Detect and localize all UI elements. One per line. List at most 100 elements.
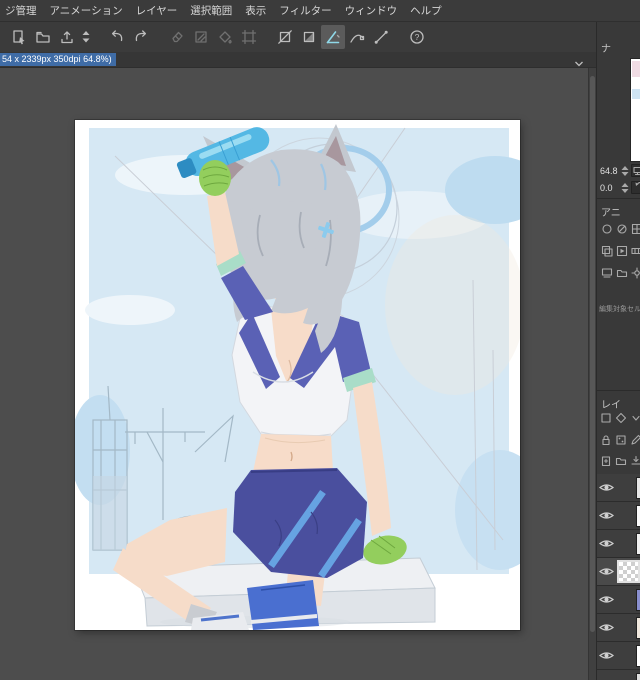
menu-view[interactable]: 表示 (245, 3, 266, 18)
eye-icon[interactable] (599, 510, 614, 521)
layer-row[interactable] (597, 614, 640, 642)
menu-animation[interactable]: アニメーション (50, 3, 123, 18)
new-page-button[interactable] (7, 25, 31, 49)
clip-diamond-icon (615, 412, 627, 424)
open-file-button[interactable] (31, 25, 55, 49)
animation-toolbar-row2 (600, 244, 640, 257)
frame-strip-button[interactable] (630, 244, 640, 257)
snap-off-button[interactable] (273, 25, 297, 49)
fit-screen-button[interactable] (631, 164, 640, 177)
export-button[interactable] (55, 25, 79, 49)
clipping-button[interactable] (615, 412, 627, 424)
cel-folder-button[interactable] (615, 266, 628, 279)
new-folder-button[interactable] (615, 455, 627, 467)
svg-text:?: ? (415, 32, 420, 42)
transfer-down-icon (631, 455, 640, 465)
layer-row[interactable] (597, 474, 640, 502)
menu-layer[interactable]: レイヤー (136, 3, 178, 18)
snap-off-icon (278, 30, 292, 44)
transfer-layer-button[interactable] (630, 455, 640, 467)
menu-filter[interactable]: フィルター (279, 3, 331, 18)
light-table-button[interactable] (600, 266, 613, 279)
page-stepper[interactable] (79, 25, 93, 49)
chevron-down-icon (632, 415, 640, 421)
menu-window[interactable]: ウィンドウ (345, 3, 398, 18)
menu-selection[interactable]: 選択範囲 (190, 3, 232, 18)
canvas-viewport[interactable] (0, 68, 588, 680)
fill-button[interactable] (213, 25, 237, 49)
animation-toolbar-row1 (600, 222, 640, 235)
film-strip-icon (630, 247, 640, 254)
undo-button[interactable] (105, 25, 129, 49)
animation-tab[interactable]: アニ (601, 204, 621, 219)
layer-row[interactable] (597, 586, 640, 614)
menu-page-management[interactable]: ジ管理 (5, 3, 37, 18)
snap-line-button[interactable] (369, 25, 393, 49)
command-bar: ? (0, 22, 596, 52)
layer-thumbnail[interactable] (636, 477, 640, 499)
layer-thumbnail[interactable] (636, 673, 640, 680)
layer-thumbnail[interactable] (636, 505, 640, 527)
eye-icon[interactable] (599, 594, 614, 605)
anim-settings-button[interactable] (630, 266, 640, 279)
layer-thumbnail[interactable] (636, 533, 640, 555)
onion-skin-button[interactable] (600, 244, 613, 257)
new-layer-button[interactable] (600, 455, 612, 467)
new-page-icon (13, 30, 25, 45)
layer-row[interactable] (597, 642, 640, 670)
selected-layer-thumbnail[interactable] (617, 560, 640, 583)
lock-transparent-button[interactable] (615, 434, 627, 446)
document-tab[interactable]: 54 x 2339px 350dpi 64.8%) (0, 53, 116, 66)
fit-screen-icon (633, 166, 640, 176)
menu-help[interactable]: ヘルプ (410, 3, 442, 18)
lock-layer-button[interactable] (600, 434, 612, 446)
snap-special-ruler-button[interactable] (321, 25, 345, 49)
skip-cel-button[interactable] (615, 222, 628, 235)
layer-row[interactable] (597, 502, 640, 530)
layer-row-selected[interactable] (597, 558, 640, 586)
zoom-stepper[interactable] (621, 165, 629, 177)
canvas-scrollbar-thumb[interactable] (590, 76, 595, 632)
draft-layer-button[interactable] (630, 434, 640, 446)
redo-button[interactable] (129, 25, 153, 49)
crop-frame-button[interactable] (237, 25, 261, 49)
rotate-left-button[interactable] (631, 181, 640, 194)
snap-vector-icon (350, 34, 365, 43)
play-button[interactable] (615, 244, 628, 257)
eye-icon[interactable] (599, 650, 614, 661)
onion-skin-icon (601, 245, 613, 257)
canvas-page[interactable] (75, 120, 520, 630)
navigator-zoom-row: 64.8 (600, 164, 640, 177)
snap-vector-button[interactable] (345, 25, 369, 49)
erase-area-button[interactable] (189, 25, 213, 49)
eye-icon[interactable] (599, 622, 614, 633)
page-updown-icon (82, 31, 90, 43)
eye-icon[interactable] (599, 538, 614, 549)
rotation-stepper[interactable] (621, 182, 629, 194)
eye-icon[interactable] (599, 566, 614, 577)
layer-list (597, 474, 640, 680)
eraser-button[interactable] (165, 25, 189, 49)
canvas-illustration (75, 124, 520, 630)
navigator-preview[interactable] (630, 58, 640, 162)
new-cel-button[interactable] (600, 222, 613, 235)
layer-row[interactable] (597, 670, 640, 680)
help-button[interactable]: ? (405, 25, 429, 49)
rotation-value[interactable]: 0.0 (600, 183, 619, 193)
layer-row[interactable] (597, 530, 640, 558)
app-window: ジ管理 アニメーション レイヤー 選択範囲 表示 フィルター ウィンドウ ヘルプ (0, 0, 640, 680)
blend-dropdown[interactable] (630, 412, 640, 424)
eye-icon[interactable] (599, 482, 614, 493)
layer-thumbnail[interactable] (636, 645, 640, 667)
layer-thumbnail[interactable] (636, 617, 640, 639)
crop-frame-icon (241, 29, 257, 45)
folder-icon (616, 269, 627, 277)
navigator-tab[interactable]: ナ (601, 40, 611, 55)
canvas-scrollbar-vertical[interactable] (588, 68, 596, 680)
layer-thumbnail[interactable] (636, 589, 640, 611)
cel-grid-button[interactable] (630, 222, 640, 235)
snap-grid-button[interactable] (297, 25, 321, 49)
layer-tab[interactable]: レイ (601, 396, 621, 411)
zoom-value[interactable]: 64.8 (600, 166, 619, 176)
blend-mode-button[interactable] (600, 412, 612, 424)
